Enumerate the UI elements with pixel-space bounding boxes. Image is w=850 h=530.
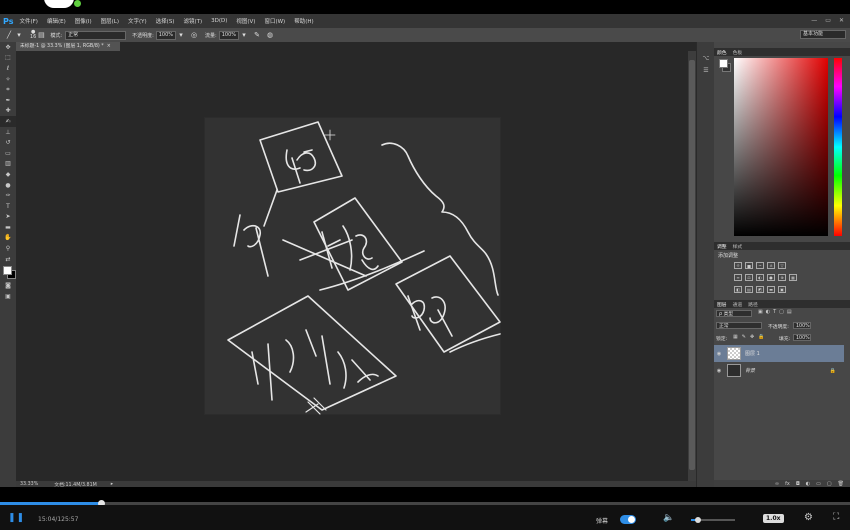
vibrance-icon[interactable]: ▽ xyxy=(778,262,786,269)
tab-layers[interactable]: 图层 xyxy=(714,301,730,308)
document-info: 文档:11.4M/3.81M xyxy=(54,482,97,488)
adjust-row-2: ≡ ⚖ ◐ ● ⊕ ▦ xyxy=(734,274,797,281)
exposure-icon[interactable]: ± xyxy=(767,262,775,269)
volume-handle[interactable] xyxy=(695,517,701,523)
zoom-readout[interactable]: 33.33% xyxy=(20,482,38,487)
color-picker-field[interactable] xyxy=(734,58,828,236)
tab-color[interactable]: 颜色 xyxy=(714,49,730,56)
history-panel-icon[interactable]: ⌥ xyxy=(697,52,715,64)
layer-row-layer1[interactable]: ◉ 图层 1 xyxy=(714,345,844,362)
selective-color-icon[interactable]: ▣ xyxy=(778,286,786,293)
layer-thumbnail xyxy=(727,347,741,360)
layer-thumbnail xyxy=(727,364,741,377)
filter-pixel-icon[interactable]: ▣ xyxy=(758,309,763,315)
new-group-icon[interactable]: ▭ xyxy=(816,481,821,487)
layers-bottom-toolbar: ∞ fx ◘ ◐ ▭ ▢ 🗑 xyxy=(714,480,850,487)
delete-layer-icon[interactable]: 🗑 xyxy=(838,481,844,487)
top-glyph-stroke xyxy=(285,149,317,184)
photo-filter-icon[interactable]: ● xyxy=(767,274,775,281)
new-layer-icon[interactable]: ▢ xyxy=(827,481,832,487)
visibility-eye-icon[interactable]: ◉ xyxy=(714,368,724,374)
color-lookup-icon[interactable]: ▦ xyxy=(789,274,797,281)
settings-gear-icon[interactable]: ⚙ xyxy=(804,512,813,523)
adjust-row-3: ◧ ▤ ◩ ▬ ▣ xyxy=(734,286,786,293)
posterize-icon[interactable]: ▤ xyxy=(745,286,753,293)
middle-cross-stroke xyxy=(282,239,367,277)
layer-name: 图层 1 xyxy=(745,351,760,357)
right-wave-stroke xyxy=(381,142,499,296)
channel-mixer-icon[interactable]: ⊕ xyxy=(778,274,786,281)
layer-opacity-label: 不透明度: xyxy=(768,325,789,330)
curves-icon[interactable]: ~ xyxy=(756,262,764,269)
status-arrow-icon[interactable]: ▸ xyxy=(111,482,113,487)
lock-brush-icon[interactable]: ✎ xyxy=(742,334,746,340)
add-adjustment-label: 添加调整 xyxy=(718,253,739,259)
properties-panel-icon[interactable]: ☰ xyxy=(697,64,715,76)
fill-input[interactable]: 100% xyxy=(793,334,811,341)
lock-pixels-icon[interactable]: ▦ xyxy=(733,334,738,340)
black-white-icon[interactable]: ◐ xyxy=(756,274,764,281)
color-balance-icon[interactable]: ⚖ xyxy=(745,274,753,281)
lock-all-icon[interactable]: 🔒 xyxy=(758,334,764,340)
lock-move-icon[interactable]: ✥ xyxy=(750,334,754,340)
panel-icon-column: ⌥ ☰ xyxy=(696,42,715,487)
tab-paths[interactable]: 路径 xyxy=(745,301,761,308)
bottom-glyph-stroke xyxy=(251,329,379,401)
right-bottom-stroke xyxy=(449,333,501,353)
threshold-icon[interactable]: ◩ xyxy=(756,286,764,293)
layer-name: 背景 xyxy=(745,368,756,374)
brightness-icon[interactable]: ☼ xyxy=(734,262,742,269)
cursor-crosshair xyxy=(324,129,336,141)
lock-label: 锁定: xyxy=(716,337,728,342)
layer-mask-icon[interactable]: ◘ xyxy=(796,481,800,487)
hue-slider[interactable] xyxy=(834,58,842,236)
color-panel-tabs: 颜色 色板 xyxy=(714,48,850,56)
right-glyph-stroke xyxy=(407,295,453,337)
fullscreen-icon[interactable]: ⛶ xyxy=(833,512,839,522)
danmu-toggle-knob xyxy=(628,516,635,523)
long-diagonal-stroke xyxy=(319,250,425,291)
volume-icon[interactable]: 🔈 xyxy=(663,513,674,523)
filter-type-icon[interactable]: T xyxy=(773,309,776,315)
levels-icon[interactable]: ▅ xyxy=(745,262,753,269)
top-card-tail-stroke xyxy=(263,189,278,227)
time-display: 15:04/125:57 xyxy=(38,516,79,523)
filter-shape-icon[interactable]: ▢ xyxy=(779,309,784,315)
lock-icon: 🔒 xyxy=(829,367,836,374)
layer-filter-icons: ▣ ◐ T ▢ ▤ xyxy=(758,309,792,315)
hue-saturation-icon[interactable]: ≡ xyxy=(734,274,742,281)
middle-card-stroke xyxy=(313,197,403,291)
adjustment-layer-icon[interactable]: ◐ xyxy=(806,481,810,487)
filter-adjust-icon[interactable]: ◐ xyxy=(766,309,770,315)
fill-label: 填充: xyxy=(779,337,791,342)
left-glyph-stroke xyxy=(233,214,269,277)
status-bar: 33.33% 文档:11.4M/3.81M ▸ xyxy=(16,481,696,488)
adjust-row-1: ☼ ▅ ~ ± ▽ xyxy=(734,262,786,269)
tab-adjustments[interactable]: 调整 xyxy=(714,243,730,250)
visibility-eye-icon[interactable]: ◉ xyxy=(714,351,724,357)
tab-channels[interactable]: 通道 xyxy=(730,301,746,308)
lock-icons: ▦ ✎ ✥ 🔒 xyxy=(733,334,764,340)
tab-swatches[interactable]: 色板 xyxy=(730,49,746,56)
tab-styles[interactable]: 样式 xyxy=(730,243,746,250)
layer-filter-select[interactable]: ρ 类型 xyxy=(716,310,752,317)
layer-opacity-input[interactable]: 100% xyxy=(793,322,811,329)
playback-speed-button[interactable]: 1.0x xyxy=(763,514,784,523)
pause-icon[interactable]: ❚❚ xyxy=(8,513,25,523)
scrollbar-thumb[interactable] xyxy=(689,60,695,470)
bottom-card-stroke xyxy=(227,295,397,411)
layer-row-background[interactable]: ◉ 背景 🔒 xyxy=(714,362,844,379)
invert-icon[interactable]: ◧ xyxy=(734,286,742,293)
adjust-panel-tabs: 调整 样式 xyxy=(714,242,850,250)
gradient-map-icon[interactable]: ▬ xyxy=(767,286,775,293)
layer-style-icon[interactable]: fx xyxy=(785,481,790,487)
blend-mode-select[interactable]: 正常 xyxy=(716,322,762,329)
layers-panel-tabs: 图层 通道 路径 xyxy=(714,300,850,308)
player-controls xyxy=(0,505,850,530)
panel-foreground-swatch[interactable] xyxy=(719,59,728,68)
danmu-label: 弹幕 xyxy=(596,518,609,525)
filter-smart-icon[interactable]: ▤ xyxy=(787,309,792,315)
link-layers-icon[interactable]: ∞ xyxy=(775,481,779,487)
